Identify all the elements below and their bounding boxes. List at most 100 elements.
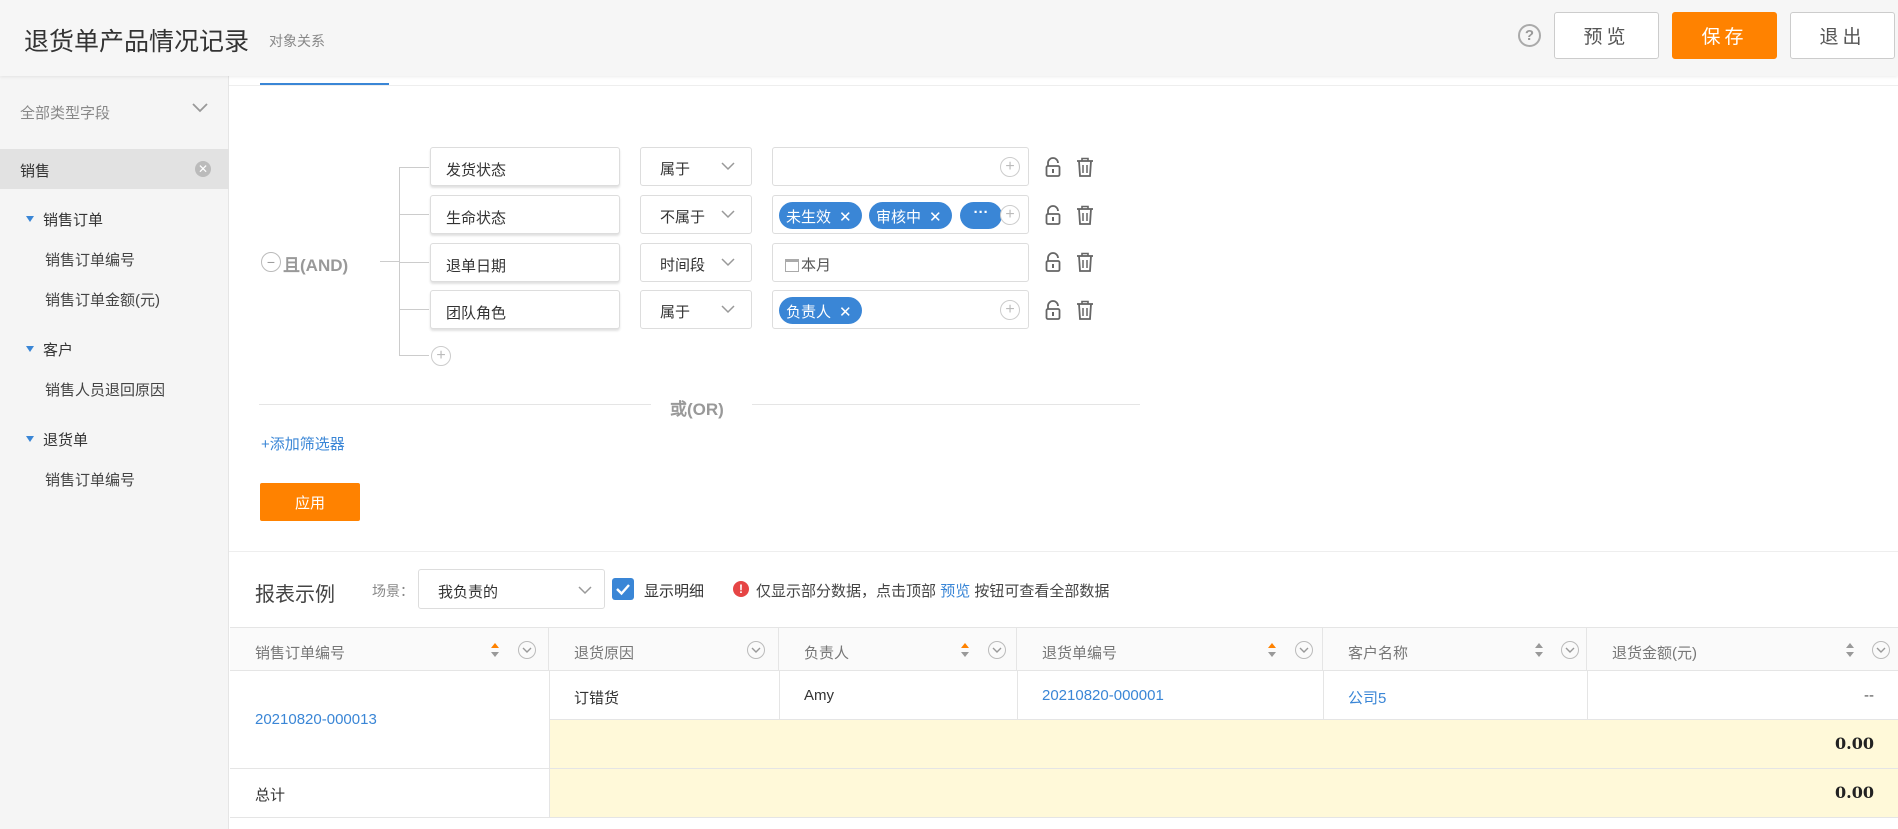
notice-suffix: 按钮可查看全部数据 <box>974 583 1110 600</box>
column-header-label: 退货金额(元) <box>1612 645 1697 662</box>
add-value-icon[interactable]: + <box>1000 205 1020 225</box>
value-chip[interactable]: 未生效 ✕ <box>779 202 862 229</box>
condition-value-input[interactable]: 未生效 ✕ 审核中 ✕ ··· + <box>772 195 1029 234</box>
condition-operator-value: 不属于 <box>660 209 706 226</box>
remove-chip-icon[interactable]: ✕ <box>839 304 852 321</box>
sidebar-group-sales-order[interactable]: 销售订单 <box>26 209 103 230</box>
grid-line <box>230 817 1898 818</box>
scene-select[interactable]: 我负责的 <box>418 569 605 609</box>
lock-icon[interactable] <box>1044 300 1062 320</box>
column-header-label: 退货单编号 <box>1042 645 1118 662</box>
condition-operator-select[interactable]: 属于 <box>640 290 752 329</box>
condition-bracket <box>399 167 400 355</box>
column-menu-icon[interactable] <box>1295 641 1313 659</box>
column-header[interactable]: 客户名称 <box>1323 627 1587 671</box>
sidebar-group-label: 销售订单 <box>43 212 104 229</box>
column-menu-icon[interactable] <box>1561 641 1579 659</box>
condition-operator-value: 属于 <box>660 161 691 178</box>
subtotal-value: 0.00 <box>1835 734 1874 753</box>
page-title: 退货单产品情况记录 <box>24 28 250 56</box>
chevron-down-icon <box>721 210 735 219</box>
column-header[interactable]: 销售订单编号 <box>230 627 549 671</box>
remove-chip-icon[interactable]: ✕ <box>929 209 942 226</box>
clear-icon[interactable]: ✕ <box>195 161 211 177</box>
sort-icon[interactable] <box>1845 642 1855 658</box>
active-field-tag[interactable]: 销售 ✕ <box>0 149 229 189</box>
add-value-icon[interactable]: + <box>1000 157 1020 177</box>
check-icon <box>616 584 630 596</box>
order-no-link[interactable]: 20210820-000013 <box>255 711 377 728</box>
sidebar-group-customer[interactable]: 客户 <box>26 339 73 360</box>
sidebar-item-order-no-2[interactable]: 销售订单编号 <box>45 469 135 490</box>
add-condition-icon[interactable]: + <box>431 346 451 366</box>
field-type-filter[interactable]: 全部类型字段 <box>20 102 110 123</box>
column-header[interactable]: 负责人 <box>779 627 1017 671</box>
condition-field[interactable]: 团队角色 <box>430 290 620 329</box>
sort-icon[interactable] <box>490 642 500 658</box>
lock-icon[interactable] <box>1044 252 1062 272</box>
column-menu-icon[interactable] <box>518 641 536 659</box>
bracket-connector <box>380 261 399 262</box>
column-header[interactable]: 退货金额(元) <box>1587 627 1898 671</box>
collapse-group-icon[interactable]: − <box>261 252 281 272</box>
column-menu-icon[interactable] <box>1872 641 1890 659</box>
scene-select-value: 我负责的 <box>438 584 499 601</box>
trash-icon[interactable] <box>1076 157 1094 177</box>
sort-icon[interactable] <box>960 642 970 658</box>
return-no-link[interactable]: 20210820-000001 <box>1042 687 1164 704</box>
column-header[interactable]: 退货单编号 <box>1017 627 1323 671</box>
date-range-input[interactable]: 本月 <box>772 243 1029 282</box>
chevron-down-icon[interactable] <box>191 102 209 114</box>
trash-icon[interactable] <box>1076 205 1094 225</box>
condition-value-input[interactable]: 负责人 ✕ + <box>772 290 1029 329</box>
condition-operator-select[interactable]: 时间段 <box>640 243 752 282</box>
subtotal-row <box>549 720 1898 768</box>
trash-icon[interactable] <box>1076 252 1094 272</box>
add-filter-link[interactable]: +添加筛选器 <box>261 433 345 454</box>
column-header-label: 客户名称 <box>1348 645 1409 662</box>
condition-field[interactable]: 生命状态 <box>430 195 620 234</box>
caret-down-icon <box>26 346 34 353</box>
sidebar-item-return-reason[interactable]: 销售人员退回原因 <box>45 379 165 400</box>
sort-icon[interactable] <box>1534 642 1544 658</box>
more-chips-button[interactable]: ··· <box>960 202 1002 229</box>
date-range-value: 本月 <box>785 254 831 275</box>
or-separator-label: 或(OR) <box>670 400 724 419</box>
condition-operator-select[interactable]: 不属于 <box>640 195 752 234</box>
value-chip-label: 未生效 <box>786 209 832 226</box>
bracket-tick <box>399 355 429 356</box>
grid-line <box>779 671 780 719</box>
add-value-icon[interactable]: + <box>1000 300 1020 320</box>
page-subtitle: 对象关系 <box>269 33 325 49</box>
trash-icon[interactable] <box>1076 300 1094 320</box>
bracket-tick <box>399 309 429 310</box>
save-button[interactable]: 保存 <box>1672 12 1777 59</box>
remove-chip-icon[interactable]: ✕ <box>839 209 852 226</box>
notice-preview-link[interactable]: 预览 <box>940 583 970 600</box>
condition-operator-select[interactable]: 属于 <box>640 147 752 186</box>
preview-button[interactable]: 预览 <box>1554 12 1659 59</box>
lock-icon[interactable] <box>1044 157 1062 177</box>
sort-icon[interactable] <box>1267 642 1277 658</box>
condition-operator-value: 属于 <box>660 304 691 321</box>
column-header[interactable]: 退货原因 <box>549 627 779 671</box>
condition-value-input[interactable]: + <box>772 147 1029 186</box>
value-chip[interactable]: 审核中 ✕ <box>869 202 952 229</box>
sidebar-item-order-no[interactable]: 销售订单编号 <box>45 249 135 270</box>
caret-down-icon <box>26 216 34 223</box>
sidebar-item-order-amount[interactable]: 销售订单金额(元) <box>45 289 160 310</box>
customer-link[interactable]: 公司5 <box>1348 687 1386 708</box>
exit-button[interactable]: 退出 <box>1790 12 1895 59</box>
help-icon[interactable]: ? <box>1518 24 1541 47</box>
condition-field[interactable]: 发货状态 <box>430 147 620 186</box>
column-menu-icon[interactable] <box>747 641 765 659</box>
column-header-label: 负责人 <box>804 645 850 662</box>
show-detail-checkbox[interactable] <box>612 578 634 600</box>
divider <box>259 404 651 405</box>
condition-field[interactable]: 退单日期 <box>430 243 620 282</box>
value-chip[interactable]: 负责人 ✕ <box>779 297 862 324</box>
apply-button[interactable]: 应用 <box>260 483 360 521</box>
lock-icon[interactable] <box>1044 205 1062 225</box>
column-menu-icon[interactable] <box>988 641 1006 659</box>
sidebar-group-return-order[interactable]: 退货单 <box>26 429 88 450</box>
